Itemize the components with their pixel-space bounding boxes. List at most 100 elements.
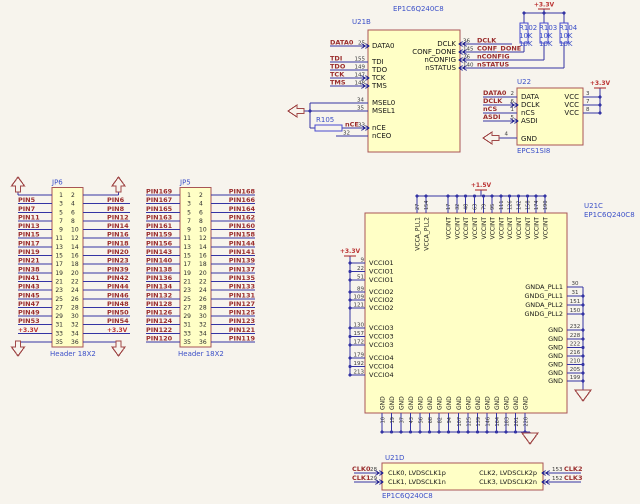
pin-name: VCCIO2 — [369, 296, 394, 304]
header-pin-number: 14 — [71, 244, 79, 251]
pin-name: GND — [494, 396, 501, 410]
resistor-ref: R104 — [559, 24, 578, 32]
power-arrow-up — [12, 177, 25, 192]
pin-number: 4 — [505, 132, 509, 138]
junction-dot — [447, 431, 450, 434]
pin-number: 111 — [499, 200, 505, 210]
net-label: PIN159 — [146, 231, 173, 239]
header-pin-number: 28 — [71, 305, 79, 312]
header-pin-number: 35 — [183, 339, 191, 346]
junction-dot — [390, 431, 393, 434]
net-label: PIN20 — [107, 248, 129, 256]
pin-number: 152 — [552, 476, 563, 482]
pin-name: TDI — [371, 58, 384, 66]
header-pin-number: 29 — [55, 313, 63, 320]
resistor-value: 10K — [519, 40, 533, 48]
header-pin-number: 30 — [71, 313, 79, 320]
pin-name: GNDG_PLL2 — [525, 310, 564, 318]
net-label: +3.3V — [107, 327, 128, 334]
net-label: PIN5 — [18, 196, 36, 204]
pin-name: ASDI — [521, 117, 538, 125]
header-pin-number: 27 — [183, 305, 191, 312]
pin-number: 146 — [486, 417, 492, 427]
junction-dot — [349, 344, 352, 347]
pin-number: 19 — [390, 417, 396, 423]
net-label: PIN123 — [229, 317, 255, 325]
net-label: nSTATUS — [477, 61, 509, 69]
pin-number: 172 — [354, 340, 365, 346]
pin-number: 190 — [543, 200, 549, 210]
header-pin-number: 8 — [71, 218, 75, 225]
pin-name: VCCINT — [446, 217, 453, 240]
pin-name: GND — [399, 396, 406, 410]
net-label: PIN166 — [229, 196, 256, 204]
junction-dot — [486, 431, 489, 434]
junction-dot — [500, 195, 503, 198]
pin-name: nSTATUS — [425, 64, 456, 72]
pin-name: VCCIO2 — [369, 288, 394, 296]
net-label: PIN44 — [107, 283, 129, 291]
pin-number: 158 — [526, 200, 532, 210]
resistor-value: 10K — [539, 32, 553, 40]
junction-dot — [514, 431, 517, 434]
pin-number: 216 — [570, 350, 581, 356]
net-label: nCS — [483, 105, 498, 113]
header-pin-number: 7 — [187, 218, 191, 225]
header-pin-number: 19 — [55, 270, 63, 277]
net-label: PIN131 — [229, 292, 256, 300]
net-label: PIN45 — [18, 292, 40, 300]
pin-number: 121 — [354, 303, 365, 309]
pin-number: 1 — [511, 107, 515, 113]
net-label: TCK — [330, 71, 345, 79]
header-pin-number: 11 — [183, 235, 191, 242]
junction-dot — [482, 195, 485, 198]
junction-dot — [349, 262, 352, 265]
junction-dot — [349, 357, 352, 360]
net-label: PIN19 — [18, 248, 40, 256]
pin-number: 155 — [355, 57, 366, 63]
header-pin-number: 13 — [55, 244, 63, 251]
part-label: EP1C6Q240C8 — [584, 211, 635, 219]
pin-name: VCCIO1 — [369, 276, 394, 284]
junction-dot — [400, 431, 403, 434]
junction-dot — [349, 270, 352, 273]
header-pin-number: 24 — [199, 287, 207, 294]
pin-name: GND — [548, 352, 563, 360]
net-label: PIN6 — [107, 196, 125, 204]
pin-number: 31 — [572, 290, 579, 296]
resistor-ref: R105 — [316, 116, 334, 124]
pin-name: GND — [466, 396, 473, 410]
junction-dot — [409, 431, 412, 434]
header-pin-number: 21 — [55, 279, 63, 286]
junction-dot — [526, 195, 529, 198]
header-pin-number: 25 — [55, 296, 63, 303]
pin-name: VCCINT — [525, 217, 532, 240]
net-label: PIN136 — [146, 274, 173, 282]
gnd-arrow-left — [288, 105, 304, 117]
pin-name: DCLK — [437, 40, 456, 48]
net-label: DCLK — [477, 37, 497, 45]
header-pin-number: 26 — [199, 296, 207, 303]
pin-number: 51 — [357, 275, 364, 281]
pin-number: 154 — [424, 200, 430, 210]
net-label: PIN50 — [107, 309, 129, 317]
pin-name: GND — [456, 396, 463, 410]
pin-number: 30 — [572, 281, 579, 287]
pin-number: 149 — [355, 65, 366, 71]
header-pin-number: 12 — [71, 235, 79, 242]
resistor-value: 10K — [559, 40, 573, 48]
pin-name: GND — [446, 396, 453, 410]
net-label: PIN128 — [146, 300, 173, 308]
header-pin-number: 12 — [199, 235, 207, 242]
header-pin-number: 3 — [187, 201, 191, 208]
net-label: PIN137 — [229, 266, 255, 274]
junction-dot — [582, 346, 585, 349]
junction-dot — [419, 431, 422, 434]
pin-number: 27 — [415, 204, 421, 210]
net-label: PIN54 — [107, 317, 129, 325]
pin-name: GND — [437, 396, 444, 410]
pin-number: 82 — [438, 417, 444, 423]
net-label: PIN122 — [146, 326, 172, 334]
designator-label: JP5 — [179, 179, 191, 187]
fpga-schematic-diagram: EP1C6Q240C8U21BDATA0DATA025TDITDI155TDOT… — [0, 0, 640, 504]
